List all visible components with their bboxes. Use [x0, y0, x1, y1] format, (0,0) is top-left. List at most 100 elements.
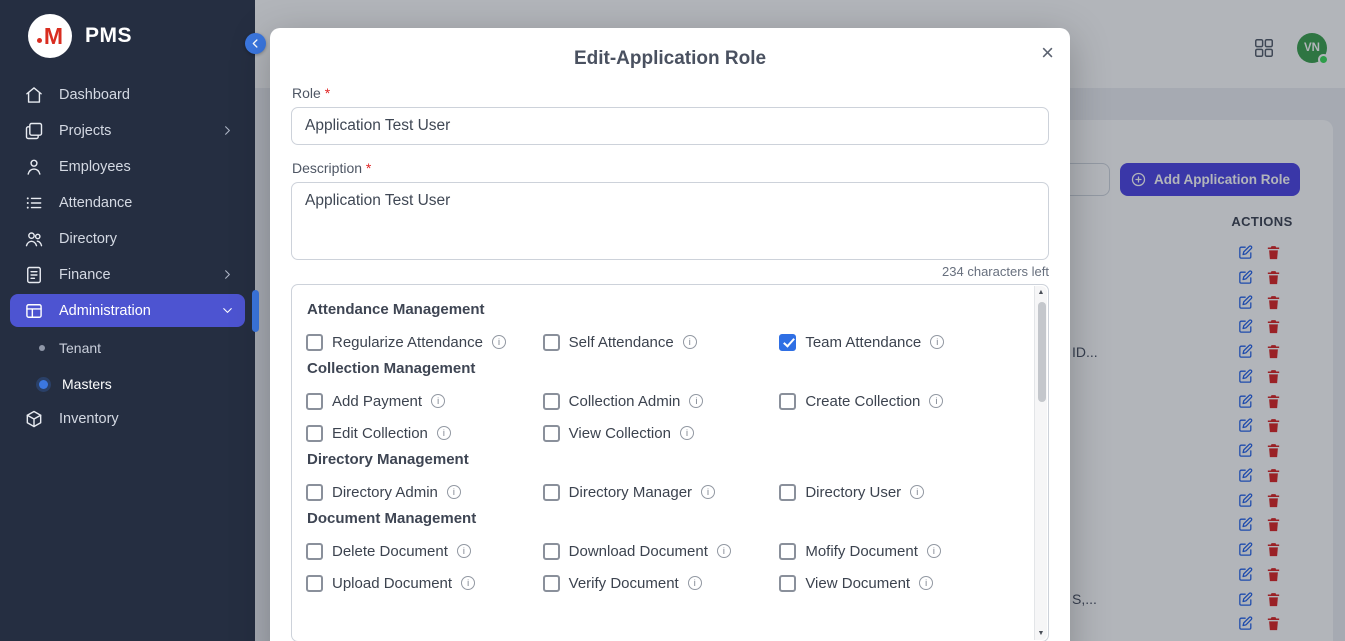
sidebar-item-attendance[interactable]: Attendance	[10, 186, 245, 219]
info-icon[interactable]: i	[929, 394, 943, 408]
permission-group-title: Collection Management	[307, 360, 1016, 377]
checkbox[interactable]	[779, 484, 796, 501]
checkbox[interactable]	[543, 543, 560, 560]
chevron-right-icon	[220, 267, 235, 282]
role-field: Role *	[291, 85, 1049, 145]
checkbox[interactable]	[306, 393, 323, 410]
permission-label: View Collection	[569, 425, 671, 442]
sidebar-subitem-masters[interactable]: Masters	[10, 366, 245, 402]
scroll-up-arrow[interactable]: ▲	[1038, 289, 1045, 296]
checkbox[interactable]	[779, 543, 796, 560]
permission-item-download-document[interactable]: Download Document i	[543, 539, 780, 563]
permission-item-directory-user[interactable]: Directory User i	[779, 480, 1016, 504]
checkbox[interactable]	[543, 334, 560, 351]
info-icon[interactable]: i	[447, 485, 461, 499]
sidebar-item-dashboard[interactable]: Dashboard	[10, 78, 245, 111]
info-icon[interactable]: i	[431, 394, 445, 408]
description-label-text: Description	[292, 160, 362, 176]
sidebar-item-directory[interactable]: Directory	[10, 222, 245, 255]
permission-group: Document ManagementDelete DocumentiDownl…	[306, 510, 1016, 595]
logo-dot	[37, 38, 42, 43]
checkbox[interactable]	[306, 425, 323, 442]
permission-item-directory-admin[interactable]: Directory Admini	[306, 480, 543, 504]
checkbox[interactable]	[543, 484, 560, 501]
sidebar-item-administration[interactable]: Administration	[10, 294, 245, 327]
sidebar-collapse-button[interactable]	[245, 33, 266, 54]
sidebar-subitem-tenant[interactable]: Tenant	[10, 330, 245, 366]
sidebar-item-label: Attendance	[59, 195, 132, 211]
info-icon[interactable]: i	[910, 485, 924, 499]
permission-item-collection-admin[interactable]: Collection Admini	[543, 389, 780, 413]
sidebar-item-projects[interactable]: Projects	[10, 114, 245, 147]
info-icon[interactable]: i	[927, 544, 941, 558]
scrollbar-thumb[interactable]	[1038, 302, 1046, 402]
close-icon[interactable]: ×	[1041, 42, 1054, 64]
edit-application-role-modal: Edit-Application Role × Role * Descripti…	[270, 28, 1070, 641]
role-label-text: Role	[292, 85, 321, 101]
info-icon[interactable]: i	[683, 335, 697, 349]
permission-item-self-attendance[interactable]: Self Attendancei	[543, 330, 780, 354]
checkbox[interactable]	[543, 425, 560, 442]
permission-item-upload-document[interactable]: Upload Documenti	[306, 571, 543, 595]
permission-label: View Document	[805, 575, 910, 592]
sidebar-subitem-label: Tenant	[59, 340, 101, 356]
chevron-right-icon	[220, 123, 235, 138]
finance-icon	[24, 265, 44, 285]
home-icon	[24, 85, 44, 105]
sidebar-item-employees[interactable]: Employees	[10, 150, 245, 183]
permission-item-add-payment[interactable]: Add Paymenti	[306, 389, 543, 413]
info-icon[interactable]: i	[457, 544, 471, 558]
logo-icon: M	[28, 14, 72, 58]
sidebar-item-finance[interactable]: Finance	[10, 258, 245, 291]
info-icon[interactable]: i	[492, 335, 506, 349]
info-icon[interactable]: i	[701, 485, 715, 499]
scroll-down-arrow[interactable]: ▼	[1038, 630, 1045, 637]
info-icon[interactable]: i	[461, 576, 475, 590]
checkbox[interactable]	[779, 393, 796, 410]
sidebar-item-label: Employees	[59, 159, 131, 175]
checkbox[interactable]	[779, 334, 796, 351]
permission-item-create-collection[interactable]: Create Collection i	[779, 389, 1016, 413]
description-label: Description *	[292, 160, 1049, 176]
scrollbar[interactable]: ▲ ▼	[1034, 286, 1047, 640]
checkbox[interactable]	[543, 393, 560, 410]
info-icon[interactable]: i	[717, 544, 731, 558]
permission-item-edit-collection[interactable]: Edit Collectioni	[306, 421, 543, 445]
checkbox[interactable]	[543, 575, 560, 592]
info-icon[interactable]: i	[930, 335, 944, 349]
permission-item-directory-manager[interactable]: Directory Manageri	[543, 480, 780, 504]
permission-item-regularize-attendance[interactable]: Regularize Attendancei	[306, 330, 543, 354]
checkbox[interactable]	[306, 334, 323, 351]
role-input[interactable]	[291, 107, 1049, 145]
permission-group-title: Document Management	[307, 510, 1016, 527]
info-icon[interactable]: i	[688, 576, 702, 590]
permission-label: Verify Document	[569, 575, 679, 592]
permission-item-view-document[interactable]: View Document i	[779, 571, 1016, 595]
sidebar-nav: DashboardProjects Employees Attendance Dire…	[0, 66, 255, 435]
info-icon[interactable]: i	[689, 394, 703, 408]
modal-title: Edit-Application Role	[291, 28, 1049, 70]
permission-item-delete-document[interactable]: Delete Documenti	[306, 539, 543, 563]
permission-item-view-collection[interactable]: View Collection i	[543, 421, 780, 445]
permission-label: Download Document	[569, 543, 708, 560]
info-icon[interactable]: i	[680, 426, 694, 440]
checkbox[interactable]	[306, 484, 323, 501]
checkbox[interactable]	[306, 575, 323, 592]
sidebar-item-label: Inventory	[59, 411, 119, 427]
sidebar-item-label: Finance	[59, 267, 111, 283]
permission-label: Directory User	[805, 484, 901, 501]
description-field: Description * 234 characters left	[291, 160, 1049, 279]
permission-item-mofify-document[interactable]: Mofify Documenti	[779, 539, 1016, 563]
permission-item-verify-document[interactable]: Verify Document i	[543, 571, 780, 595]
description-textarea[interactable]	[291, 182, 1049, 260]
checkbox[interactable]	[306, 543, 323, 560]
required-asterisk: *	[366, 160, 371, 176]
sidebar-item-inventory[interactable]: Inventory	[10, 402, 245, 435]
permission-group-title: Directory Management	[307, 451, 1016, 468]
checkbox[interactable]	[779, 575, 796, 592]
info-icon[interactable]: i	[919, 576, 933, 590]
app-name: PMS	[85, 24, 132, 48]
info-icon[interactable]: i	[437, 426, 451, 440]
permission-item-team-attendance[interactable]: Team Attendancei	[779, 330, 1016, 354]
permission-label: Create Collection	[805, 393, 920, 410]
